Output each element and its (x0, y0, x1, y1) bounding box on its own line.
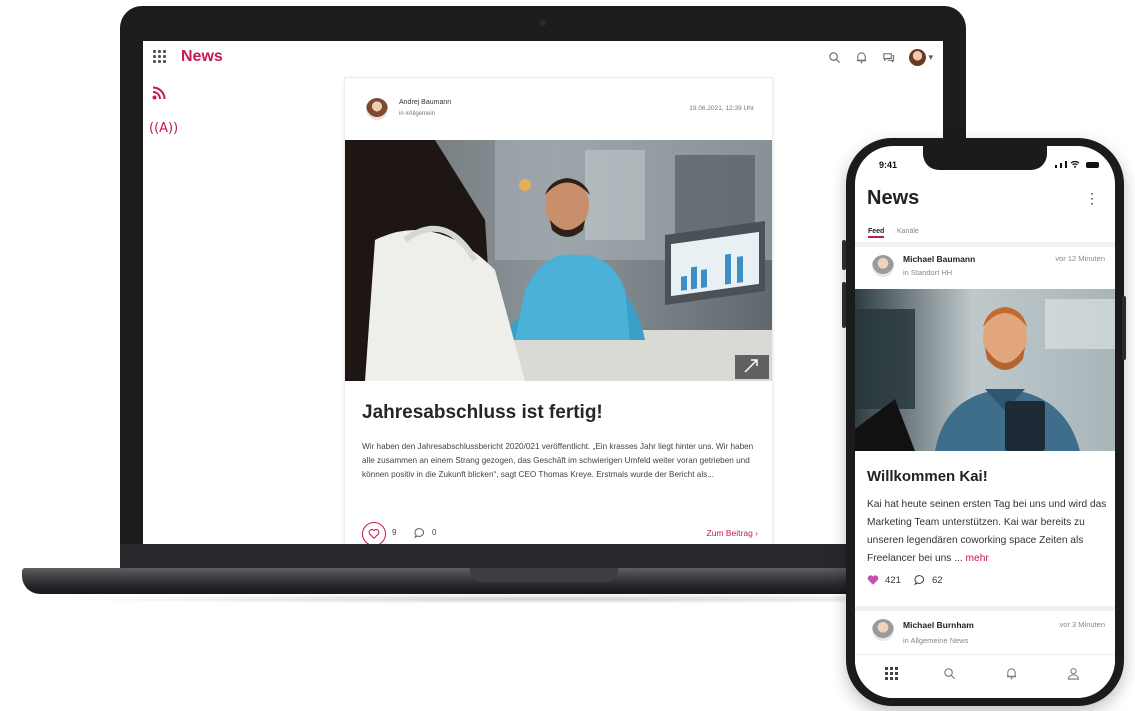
tab-feed[interactable]: Feed (868, 228, 885, 238)
bottom-nav (855, 654, 1115, 698)
signal-bar (1060, 163, 1062, 168)
search-icon[interactable] (943, 667, 956, 685)
app-title: News (181, 48, 223, 65)
avatar-dropdown-caret[interactable]: ▾ (928, 52, 933, 63)
post-channel[interactable]: in Allgemeine News (903, 636, 968, 645)
apps-grid-icon[interactable] (153, 50, 167, 64)
post-author[interactable]: Michael Burnham (903, 620, 974, 630)
user-icon[interactable] (1067, 667, 1080, 685)
post-time: vor 12 Minuten (1055, 254, 1105, 263)
comment-count: 62 (932, 575, 943, 586)
phone-notch (923, 146, 1047, 170)
apps-grid-icon[interactable] (885, 667, 898, 685)
post-card: Andrej Baumann in #Allgemein 19.06.2021,… (344, 77, 773, 544)
chat-icon[interactable] (882, 51, 895, 64)
search-icon[interactable] (828, 51, 841, 64)
post-channel[interactable]: in #Allgemein (399, 111, 435, 117)
tab-channels[interactable]: Kanäle (897, 228, 919, 235)
comment-icon[interactable] (914, 574, 926, 586)
phone-volume-up (842, 240, 846, 270)
phone-side-button (1122, 296, 1126, 360)
post-image[interactable] (345, 140, 772, 381)
post-time: vor 3 Minuten (1059, 620, 1105, 629)
feed-divider (855, 242, 1115, 247)
welcome-photo (855, 289, 1115, 451)
wifi-icon (1070, 160, 1080, 168)
post-channel[interactable]: in Standort HH (903, 268, 952, 277)
phone-screen: 9:41 News ⋮ Feed Kanäle Michael Baumann … (855, 146, 1115, 698)
post-image[interactable] (855, 289, 1115, 451)
post-author[interactable]: Michael Baumann (903, 254, 975, 264)
like-button[interactable] (362, 522, 386, 544)
laptop-base-notch (470, 568, 618, 582)
post-excerpt: Kai hat heute seinen ersten Tag bei uns … (867, 496, 1107, 568)
broadcast-icon[interactable]: ((A)) (149, 121, 178, 136)
post-title[interactable]: Willkommen Kai! (867, 468, 988, 485)
laptop-screen: News ((A)) ▾ Andrej Baumann in #Allgemei… (143, 41, 943, 544)
like-count: 421 (885, 575, 901, 586)
post-date: 19.06.2021, 12:39 Uhr (689, 105, 754, 112)
bell-icon[interactable] (1005, 667, 1018, 685)
laptop-hinge (120, 544, 966, 570)
status-time: 9:41 (879, 160, 898, 170)
more-menu-icon[interactable]: ⋮ (1085, 190, 1099, 207)
feed-divider (855, 606, 1115, 611)
post-title[interactable]: Jahresabschluss ist fertig! (362, 402, 603, 424)
heart-icon (368, 529, 380, 540)
battery-icon (1086, 162, 1099, 168)
read-post-link[interactable]: Zum Beitrag › (707, 528, 759, 538)
top-toolbar: ▾ (828, 49, 933, 66)
author-avatar[interactable] (366, 98, 388, 120)
laptop-camera (540, 20, 546, 26)
bell-icon[interactable] (855, 51, 868, 64)
phone-volume-down (842, 282, 846, 328)
heart-icon[interactable] (867, 574, 879, 586)
author-avatar[interactable] (872, 619, 894, 641)
more-link[interactable]: mehr (966, 553, 989, 564)
office-meeting-photo (345, 140, 772, 381)
user-avatar[interactable] (909, 49, 927, 66)
signal-bar (1065, 161, 1067, 168)
signal-bar (1055, 165, 1057, 168)
page-title: News (867, 187, 920, 209)
comment-count: 0 (432, 528, 437, 537)
comment-icon[interactable] (414, 527, 426, 539)
status-indicators (1055, 160, 1099, 168)
like-count: 9 (392, 528, 397, 537)
marketing-stage: News ((A)) ▾ Andrej Baumann in #Allgemei… (0, 0, 1135, 711)
post-author[interactable]: Andrej Baumann (399, 99, 451, 106)
rss-icon[interactable] (152, 86, 166, 100)
post-excerpt: Wir haben den Jahresabschlussbericht 202… (362, 442, 754, 479)
author-avatar[interactable] (872, 255, 894, 277)
